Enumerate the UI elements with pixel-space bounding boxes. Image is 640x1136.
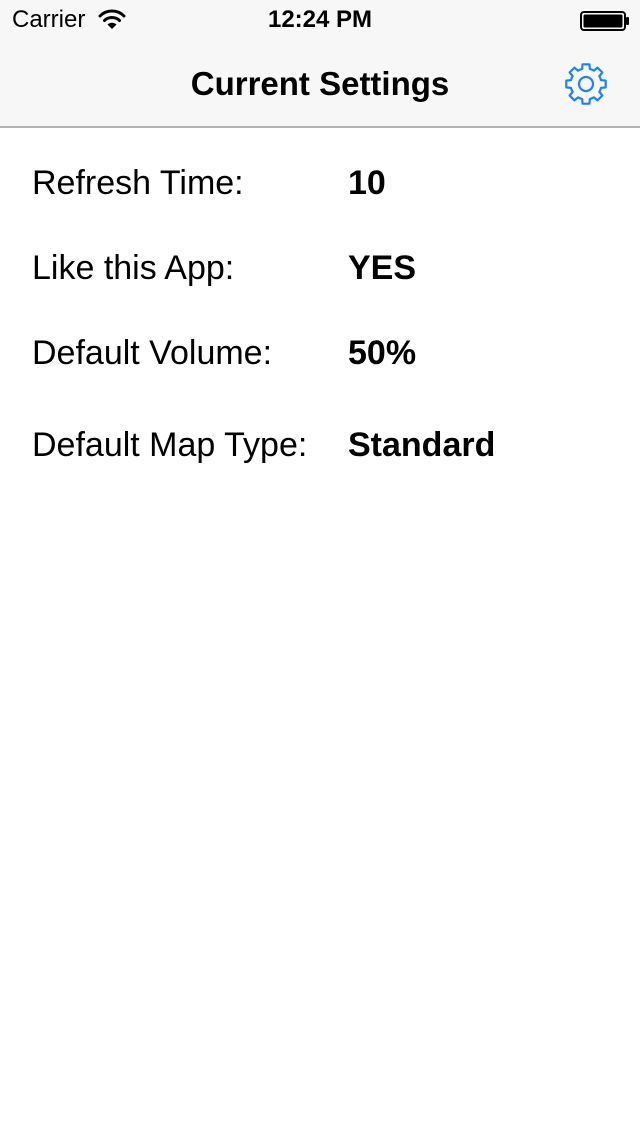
settings-button[interactable] [560, 58, 612, 110]
setting-value: 50% [348, 334, 417, 372]
setting-value: 10 [348, 164, 386, 202]
setting-value: YES [348, 249, 417, 287]
setting-label: Default Volume: [32, 334, 273, 372]
status-time: 12:24 PM [267, 6, 373, 33]
battery-icon [580, 11, 629, 31]
app-screen: Carrier 12:24 PM Current Settings Refres… [0, 0, 640, 1136]
setting-row-refresh-time: Refresh Time: 10 [0, 161, 640, 221]
status-bar: Carrier 12:24 PM [0, 0, 640, 40]
setting-row-like-app: Like this App: YES [0, 246, 640, 306]
page-title: Current Settings [190, 65, 450, 102]
gear-outline [565, 63, 607, 105]
setting-row-default-volume: Default Volume: 50% [0, 331, 640, 391]
setting-label: Refresh Time: [32, 164, 244, 202]
setting-label: Default Map Type: [32, 426, 308, 464]
setting-label: Like this App: [32, 249, 235, 287]
gear-icon [565, 63, 607, 105]
top-bar: Carrier 12:24 PM Current Settings [0, 0, 640, 128]
setting-row-default-map-type: Default Map Type: Standard [0, 423, 640, 483]
setting-value: Standard [348, 426, 496, 464]
